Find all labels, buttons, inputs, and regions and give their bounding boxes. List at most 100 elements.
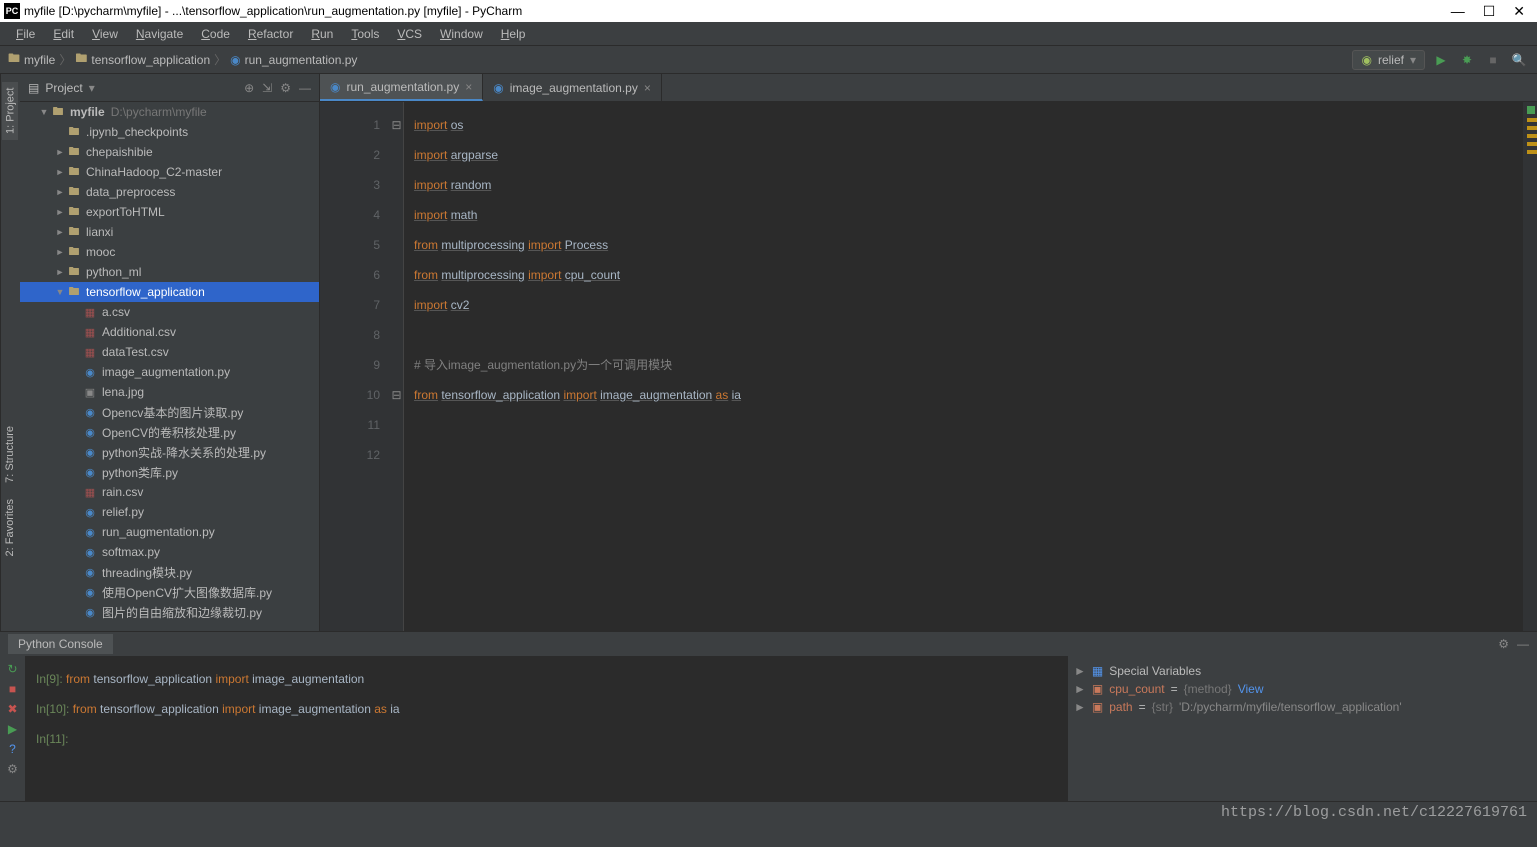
- special-vars-label: Special Variables: [1109, 664, 1201, 678]
- console-output[interactable]: In[9]: from tensorflow_application impor…: [26, 656, 1067, 801]
- menu-window[interactable]: Window: [432, 25, 491, 43]
- special-variables-group[interactable]: ► ▦ Special Variables: [1074, 662, 1531, 680]
- menu-edit[interactable]: Edit: [45, 25, 82, 43]
- tree-item[interactable]: ◉python类库.py: [20, 462, 319, 482]
- tree-item[interactable]: ▦a.csv: [20, 302, 319, 322]
- close-icon[interactable]: ×: [644, 81, 651, 95]
- tree-item[interactable]: ◉image_augmentation.py: [20, 362, 319, 382]
- tree-item[interactable]: ►🖿chepaishibie: [20, 142, 319, 162]
- code-editor[interactable]: import osimport argparseimport randomimp…: [404, 102, 1523, 631]
- py-icon: ◉: [82, 426, 98, 439]
- tree-item[interactable]: ▦ rain.csv: [20, 482, 319, 502]
- tree-item[interactable]: ◉使用OpenCV扩大图像数据库.py: [20, 582, 319, 602]
- tree-item[interactable]: ◉threading模块.py: [20, 562, 319, 582]
- hide-icon[interactable]: —: [299, 81, 311, 95]
- statusbar: https://blog.csdn.net/c12227619761: [0, 801, 1537, 823]
- tree-item[interactable]: ◉Opencv基本的图片读取.py: [20, 402, 319, 422]
- warning-marker[interactable]: [1527, 142, 1537, 146]
- warning-marker[interactable]: [1527, 126, 1537, 130]
- tree-item[interactable]: ►🖿mooc: [20, 242, 319, 262]
- tree-item[interactable]: ▦dataTest.csv: [20, 342, 319, 362]
- tree-item[interactable]: ▼🖿tensorflow_application: [20, 282, 319, 302]
- breadcrumb-item[interactable]: 🖿tensorflow_application: [75, 49, 210, 70]
- debug-button[interactable]: ✸: [1457, 50, 1477, 70]
- search-button[interactable]: 🔍: [1509, 50, 1529, 70]
- favorites-tool-tab[interactable]: 2: Favorites: [2, 493, 18, 562]
- analysis-ok-icon: [1527, 106, 1535, 114]
- tree-item[interactable]: ►🖿ChinaHadoop_C2-master: [20, 162, 319, 182]
- console-hide-icon[interactable]: —: [1517, 637, 1529, 651]
- menu-refactor[interactable]: Refactor: [240, 25, 301, 43]
- maximize-button[interactable]: ☐: [1483, 3, 1496, 20]
- collapse-all-icon[interactable]: ⇲: [262, 81, 272, 95]
- tree-item[interactable]: ◉run_augmentation.py: [20, 522, 319, 542]
- menu-navigate[interactable]: Navigate: [128, 25, 191, 43]
- tree-item[interactable]: ▦Additional.csv: [20, 322, 319, 342]
- fold-marker[interactable]: ⊟: [390, 110, 403, 140]
- tree-item[interactable]: ◉OpenCV的卷积核处理.py: [20, 422, 319, 442]
- tree-item[interactable]: ◉图片的自由缩放和边缘裁切.py: [20, 602, 319, 622]
- tree-item[interactable]: ▼🖿myfileD:\pycharm\myfile: [20, 102, 319, 122]
- structure-tool-tab[interactable]: 7: Structure: [2, 420, 18, 489]
- run-button[interactable]: ▶: [1431, 50, 1451, 70]
- variable-row[interactable]: ►▣cpu_count = {method} View: [1074, 680, 1531, 698]
- fold-marker: [390, 260, 403, 290]
- breadcrumb-item[interactable]: 🖿myfile: [8, 49, 55, 70]
- tab-label: run_augmentation.py: [346, 80, 459, 94]
- breadcrumb-item[interactable]: ◉run_augmentation.py: [230, 53, 357, 67]
- py-icon: ◉: [82, 406, 98, 419]
- close-icon[interactable]: ×: [465, 80, 472, 94]
- menu-vcs[interactable]: VCS: [389, 25, 430, 43]
- menu-file[interactable]: File: [8, 25, 43, 43]
- warning-marker[interactable]: [1527, 134, 1537, 138]
- tree-label: lena.jpg: [102, 385, 144, 399]
- tree-path: D:\pycharm\myfile: [111, 105, 207, 119]
- code-line: [414, 440, 1513, 470]
- menu-help[interactable]: Help: [493, 25, 534, 43]
- console-settings-icon[interactable]: ⚙: [1498, 637, 1509, 651]
- minimize-button[interactable]: —: [1451, 3, 1465, 20]
- settings-icon[interactable]: ⚙: [280, 81, 291, 95]
- editor-body: 123456789101112 ⊟ ⊟ import osimport argp…: [320, 102, 1537, 631]
- tree-arrow-icon: ▼: [38, 107, 50, 117]
- editor-tab[interactable]: ◉run_augmentation.py×: [320, 74, 483, 101]
- tree-item[interactable]: ◉python实战-降水关系的处理.py: [20, 442, 319, 462]
- menu-code[interactable]: Code: [193, 25, 238, 43]
- tree-item[interactable]: ►🖿exportToHTML: [20, 202, 319, 222]
- tree-item[interactable]: ▣lena.jpg: [20, 382, 319, 402]
- editor-area: ◉run_augmentation.py×◉image_augmentation…: [320, 74, 1537, 631]
- tree-item[interactable]: ►🖿data_preprocess: [20, 182, 319, 202]
- menu-tools[interactable]: Tools: [343, 25, 387, 43]
- var-name: path: [1109, 700, 1132, 714]
- project-tool-tab[interactable]: 1: Project: [3, 82, 19, 140]
- dropdown-icon[interactable]: ▾: [89, 81, 95, 95]
- fold-marker: [390, 290, 403, 320]
- tree-item[interactable]: ◉softmax.py: [20, 542, 319, 562]
- project-tree[interactable]: ▼🖿myfileD:\pycharm\myfile🖿.ipynb_checkpo…: [20, 102, 319, 631]
- tree-label: rain.csv: [102, 485, 143, 499]
- run-config-selector[interactable]: ◉ relief ▾: [1352, 50, 1425, 70]
- tree-item[interactable]: 🖿.ipynb_checkpoints: [20, 122, 319, 142]
- close-button[interactable]: ✕: [1513, 3, 1525, 20]
- csv-icon: ▦: [82, 486, 98, 499]
- warning-marker[interactable]: [1527, 150, 1537, 154]
- tree-item[interactable]: ◉relief.py: [20, 502, 319, 522]
- console-tab-bar: Python Console ⚙ —: [0, 632, 1537, 656]
- variable-row[interactable]: ►▣path = {str} 'D:/pycharm/myfile/tensor…: [1074, 698, 1531, 716]
- tree-item[interactable]: ►🖿lianxi: [20, 222, 319, 242]
- var-type: {str}: [1152, 700, 1173, 714]
- view-link[interactable]: View: [1238, 682, 1264, 696]
- python-console-tab[interactable]: Python Console: [8, 634, 113, 654]
- editor-tab[interactable]: ◉image_augmentation.py×: [483, 74, 662, 101]
- menu-run[interactable]: Run: [303, 25, 341, 43]
- fold-marker[interactable]: ⊟: [390, 380, 403, 410]
- stop-button[interactable]: ■: [1483, 50, 1503, 70]
- code-line: # 导入image_augmentation.py为一个可调用模块: [414, 350, 1513, 380]
- warning-marker[interactable]: [1527, 118, 1537, 122]
- scroll-to-source-icon[interactable]: ⊕: [244, 81, 254, 95]
- csv-icon: ▦: [82, 346, 98, 359]
- menu-view[interactable]: View: [84, 25, 126, 43]
- line-number: 4: [320, 200, 380, 230]
- navbar: 🖿myfile〉🖿tensorflow_application〉◉run_aug…: [0, 46, 1537, 74]
- tree-item[interactable]: ►🖿python_ml: [20, 262, 319, 282]
